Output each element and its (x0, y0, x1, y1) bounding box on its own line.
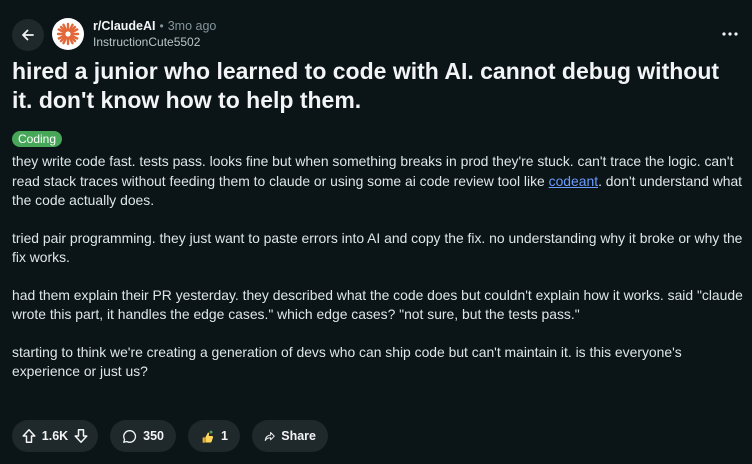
post-actions: 1.6K 350 1 Share (12, 420, 328, 452)
speech-bubble-icon (123, 429, 137, 443)
back-button[interactable] (12, 19, 44, 51)
award-count: 1 (221, 429, 228, 443)
subreddit-avatar[interactable] (52, 18, 84, 50)
post-title: hired a junior who learned to code with … (12, 58, 720, 113)
post-body: they write code fast. tests pass. looks … (12, 152, 748, 400)
post-flair[interactable]: Coding (12, 131, 63, 147)
body-paragraph-4: starting to think we're creating a gener… (12, 343, 682, 380)
vote-control: 1.6K (12, 420, 98, 452)
body-paragraph-2: tried pair programming. they just want t… (12, 229, 743, 266)
meta-separator: • (159, 19, 164, 33)
award-button[interactable]: 1 (188, 420, 240, 452)
more-options-button[interactable] (716, 22, 744, 46)
post-meta: r/ClaudeAI • 3mo ago InstructionCute5502 (93, 18, 216, 50)
share-arrow-icon (264, 431, 275, 441)
post-author[interactable]: InstructionCute5502 (93, 35, 216, 50)
subreddit-name[interactable]: r/ClaudeAI (93, 18, 156, 34)
comment-count: 350 (143, 429, 164, 443)
codeant-link[interactable]: codeant (549, 173, 598, 189)
comments-button[interactable]: 350 (110, 420, 176, 452)
claude-logo-icon (56, 22, 80, 46)
post-time: 3mo ago (167, 19, 217, 33)
ellipsis-icon (722, 32, 738, 36)
downvote-button[interactable] (72, 427, 90, 445)
upvote-button[interactable] (20, 427, 38, 445)
share-label: Share (281, 429, 316, 443)
body-paragraph-1: they write code fast. tests pass. looks … (12, 152, 748, 211)
share-button[interactable]: Share (252, 420, 328, 452)
arrow-up-icon (22, 429, 36, 443)
arrow-down-icon (74, 429, 88, 443)
arrow-left-icon (22, 29, 34, 41)
award-hand-icon (202, 430, 214, 443)
body-paragraph-3: had them explain their PR yesterday. the… (12, 286, 743, 323)
vote-count: 1.6K (41, 429, 69, 443)
post-header: r/ClaudeAI • 3mo ago InstructionCute5502 (12, 14, 752, 54)
